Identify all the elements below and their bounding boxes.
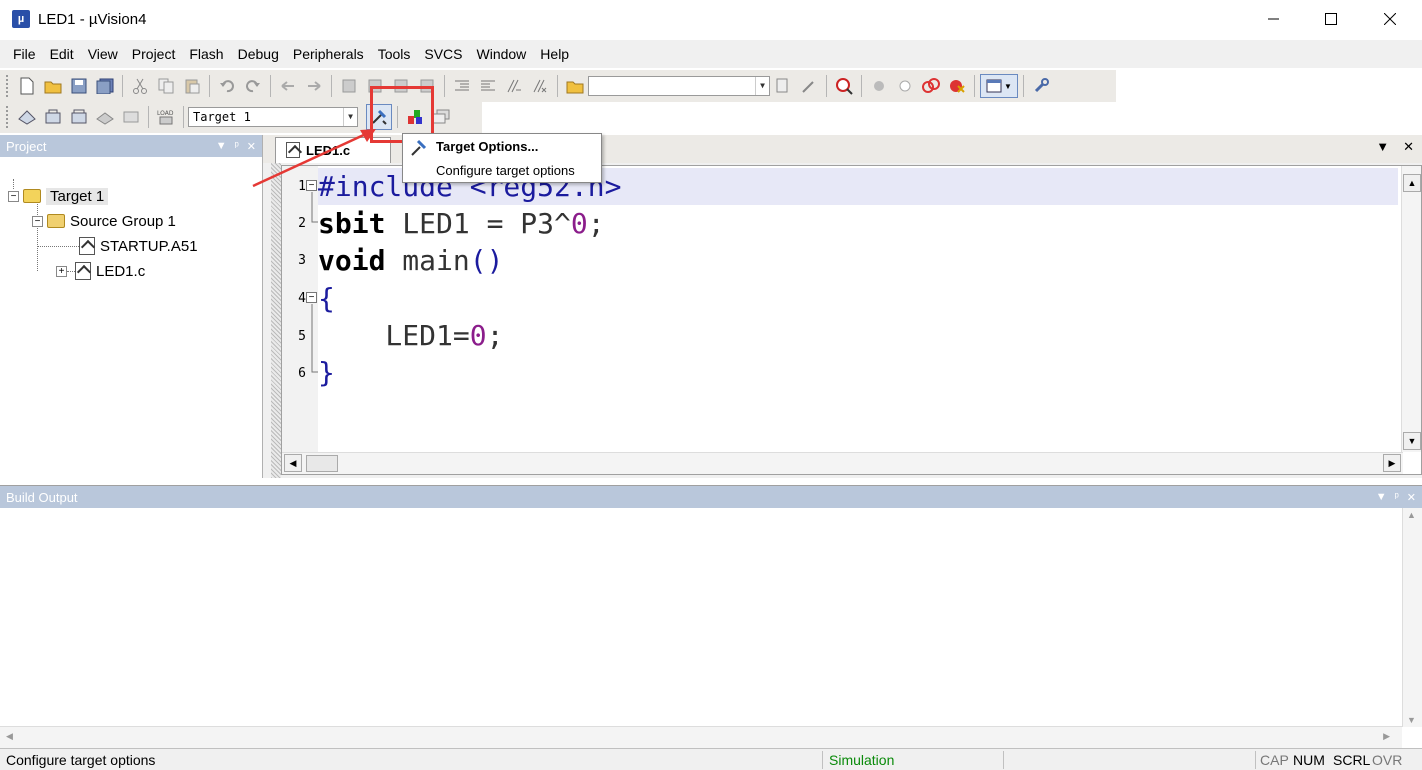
build-output-title: Build Output [6,489,78,505]
build-output-vertical-scrollbar[interactable]: ▲ ▼ [1402,508,1422,727]
close-icon[interactable]: ✕ [1407,491,1416,504]
build-output-header: Build Output ▼ ᵖ ✕ [0,486,1422,508]
status-message: Configure target options [6,752,156,768]
status-scrl: SCRL [1333,752,1371,768]
scroll-up-icon[interactable]: ▲ [1407,510,1416,520]
tooltip-description: Configure target options [436,163,575,178]
target-options-icon [411,139,427,156]
status-num: NUM [1293,752,1325,768]
status-bar: Configure target options Simulation CAP … [0,748,1422,770]
status-ovr: OVR [1372,752,1403,768]
build-output-panel: Build Output ▼ ᵖ ✕ ▲ ▼ ◀ ▶ [0,485,1422,748]
build-output-horizontal-scrollbar[interactable]: ◀ ▶ [0,726,1402,748]
scroll-left-icon[interactable]: ◀ [6,731,13,742]
tooltip-title: Target Options... [436,139,539,154]
scroll-down-icon[interactable]: ▼ [1407,715,1416,725]
pin-icon[interactable]: ᵖ [1395,491,1399,503]
status-mode: Simulation [829,752,895,768]
scroll-right-icon[interactable]: ▶ [1383,731,1390,742]
panel-menu-icon[interactable]: ▼ [1376,491,1387,503]
target-options-tooltip: Target Options... Configure target optio… [402,133,602,183]
status-cap: CAP [1260,752,1289,768]
